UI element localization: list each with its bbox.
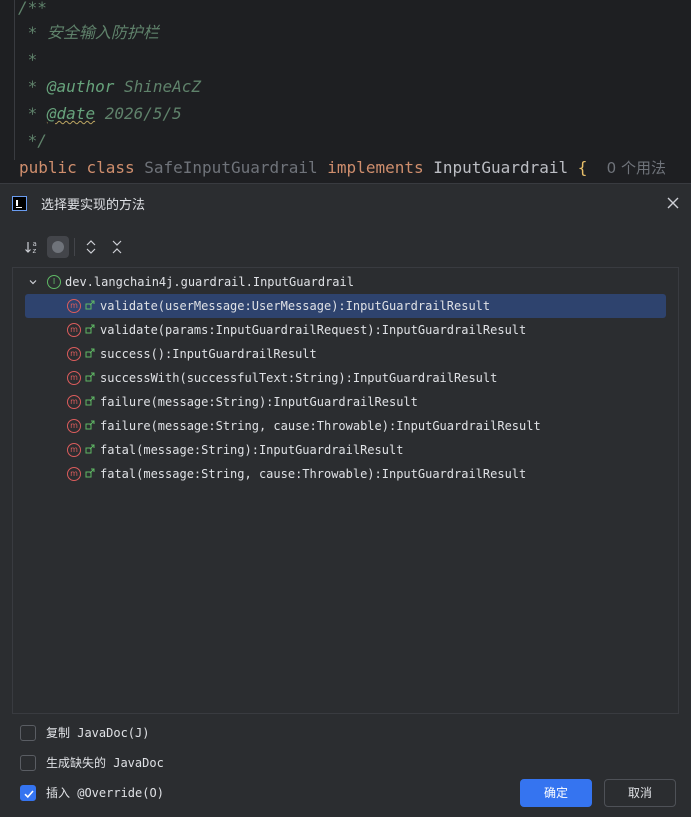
- chevron-down-icon[interactable]: [28, 277, 38, 287]
- method-label: validate(userMessage:UserMessage):InputG…: [100, 299, 491, 313]
- method-row[interactable]: m validate(params:InputGuardrailRequest)…: [13, 318, 678, 342]
- code-editor: /** * 安全输入防护栏 * * @author ShineAcZ * @da…: [0, 0, 691, 183]
- svg-text:z: z: [33, 247, 37, 255]
- collapse-all-icon: [112, 240, 122, 254]
- method-row[interactable]: m validate(userMessage:UserMessage):Inpu…: [13, 294, 678, 318]
- method-icon: m: [67, 467, 81, 481]
- expand-all-icon: [86, 240, 96, 254]
- public-override-icon: [85, 348, 95, 358]
- comment-title: 安全输入防护栏: [46, 23, 159, 42]
- methods-tree[interactable]: I dev.langchain4j.guardrail.InputGuardra…: [12, 267, 679, 714]
- sort-alpha-icon: a z: [25, 240, 37, 255]
- code-line-2: * 安全输入防护栏: [18, 23, 159, 42]
- method-icon: m: [67, 395, 81, 409]
- code-line-3: *: [18, 50, 38, 69]
- method-icon: m: [67, 371, 81, 385]
- method-label: fatal(message:String, cause:Throwable):I…: [100, 467, 527, 481]
- method-icon: m: [67, 419, 81, 433]
- interface-name: InputGuardrail: [433, 158, 569, 177]
- gen-missing-javadoc-label[interactable]: 生成缺失的 JavaDoc: [46, 755, 164, 771]
- interface-icon: I: [47, 275, 61, 289]
- tree-toolbar: a z: [22, 236, 142, 260]
- method-icon: m: [67, 323, 81, 337]
- code-line-6: */: [18, 131, 47, 150]
- method-icon: m: [67, 347, 81, 361]
- insert-override-label[interactable]: 插入 @Override(O): [46, 785, 164, 801]
- public-override-icon: [85, 372, 95, 382]
- method-label: successWith(successfulText:String):Input…: [100, 371, 498, 385]
- method-row[interactable]: m success():InputGuardrailResult: [13, 342, 678, 366]
- method-icon: m: [67, 299, 81, 313]
- close-button[interactable]: [663, 193, 683, 213]
- usage-hint[interactable]: 0 个用法: [607, 159, 666, 177]
- sort-alphabetically-button[interactable]: a z: [22, 236, 44, 258]
- method-icon: m: [67, 443, 81, 457]
- author-tag: @author: [46, 77, 115, 96]
- close-icon: [667, 197, 679, 209]
- public-override-icon: [85, 324, 95, 334]
- method-label: success():InputGuardrailResult: [100, 347, 317, 361]
- public-override-icon: [85, 300, 95, 310]
- tree-root-row[interactable]: I dev.langchain4j.guardrail.InputGuardra…: [13, 270, 678, 294]
- code-line-1: /**: [18, 0, 47, 17]
- method-row[interactable]: m successWith(successfulText:String):Inp…: [13, 366, 678, 390]
- method-label: fatal(message:String):InputGuardrailResu…: [100, 443, 404, 457]
- method-label: validate(params:InputGuardrailRequest):I…: [100, 323, 527, 337]
- intellij-logo-icon: [12, 196, 27, 211]
- public-override-icon: [85, 468, 95, 478]
- collapse-all-button[interactable]: [106, 236, 128, 258]
- class-name: SafeInputGuardrail: [144, 158, 318, 177]
- toolbar-separator: [74, 238, 75, 256]
- implement-methods-dialog: 选择要实现的方法 a z I dev.langchain4j.guardrail…: [0, 183, 691, 817]
- public-override-icon: [85, 396, 95, 406]
- public-override-icon: [85, 420, 95, 430]
- method-row[interactable]: m failure(message:String):InputGuardrail…: [13, 390, 678, 414]
- ok-button[interactable]: 确定: [520, 779, 592, 807]
- method-row[interactable]: m failure(message:String, cause:Throwabl…: [13, 414, 678, 438]
- editor-gutter-guide: [14, 0, 15, 160]
- method-label: failure(message:String):InputGuardrailRe…: [100, 395, 418, 409]
- tree-root-label: dev.langchain4j.guardrail.InputGuardrail: [65, 275, 354, 289]
- dialog-title: 选择要实现的方法: [41, 198, 146, 213]
- cancel-button[interactable]: 取消: [604, 779, 676, 807]
- date-tag: @date: [46, 104, 96, 123]
- show-inherited-button[interactable]: [47, 236, 69, 258]
- method-label: failure(message:String, cause:Throwable)…: [100, 419, 541, 433]
- dialog-titlebar: 选择要实现的方法: [0, 184, 691, 222]
- gen-missing-javadoc-checkbox[interactable]: [20, 755, 36, 771]
- checkmark-icon: [24, 790, 34, 799]
- method-row[interactable]: m fatal(message:String, cause:Throwable)…: [13, 462, 678, 486]
- expand-all-button[interactable]: [80, 236, 102, 258]
- circle-toggle-icon: [52, 241, 64, 253]
- insert-override-checkbox[interactable]: [20, 785, 36, 801]
- public-override-icon: [85, 444, 95, 454]
- copy-javadoc-label[interactable]: 复制 JavaDoc(J): [46, 725, 149, 741]
- copy-javadoc-checkbox[interactable]: [20, 725, 36, 741]
- code-line-7: public class SafeInputGuardrail implemen…: [19, 158, 666, 177]
- method-row[interactable]: m fatal(message:String):InputGuardrailRe…: [13, 438, 678, 462]
- code-line-5: * @date 2026/5/5: [18, 104, 182, 123]
- code-line-4: * @author ShineAcZ: [18, 77, 202, 96]
